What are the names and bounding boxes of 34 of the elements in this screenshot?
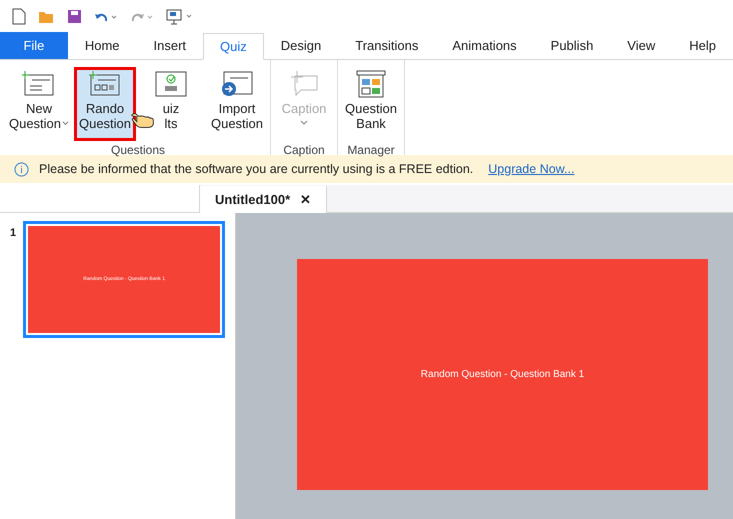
ribbon-button[interactable]: uiz lts [140,67,202,141]
question-bank-icon [354,70,388,98]
slide-title: Random Question - Question Bank 1 [420,368,584,382]
notice-text: Please be informed that the software you are currently using is a FREE edtion. [39,160,474,178]
ribbon-tab[interactable]: Quiz [203,33,264,60]
question-slide-icon [88,70,122,98]
slide-number: 1 [10,226,16,241]
save-icon[interactable] [67,9,82,24]
ribbon-tab[interactable]: View [610,32,672,59]
import-icon [220,70,254,98]
upgrade-link[interactable]: Upgrade Now... [488,160,574,178]
ribbon-button[interactable]: New Question [8,67,70,141]
ribbon-button[interactable]: Rando Question [74,67,136,141]
ribbon-tab[interactable]: Insert [136,32,204,59]
close-button[interactable]: ✕ [300,190,312,210]
ribbon-button[interactable]: Question Bank [340,67,402,141]
document-tab[interactable]: Untitled100* ✕ [200,186,328,213]
info-icon [14,162,29,176]
group-label: Caption [283,142,325,159]
document-title: Untitled100* [215,190,290,209]
group-label: Questions [110,142,166,159]
ribbon-tab[interactable]: Transitions [338,32,436,59]
ribbon-tab[interactable]: Animations [435,32,534,59]
ribbon-tab[interactable]: Home [68,32,137,59]
ribbon-tab[interactable]: Publish [534,32,610,59]
check-result-icon [154,70,188,98]
question-list-icon [22,70,56,98]
presentation-icon[interactable] [166,8,194,24]
new-file-icon[interactable] [12,8,26,25]
ribbon-button[interactable]: Import Question [206,67,268,141]
ribbon-tab[interactable]: Design [264,32,338,59]
file-tab[interactable]: File [0,32,68,59]
ribbon-tab[interactable]: Help [672,32,733,59]
group-label: Manager [347,142,395,159]
